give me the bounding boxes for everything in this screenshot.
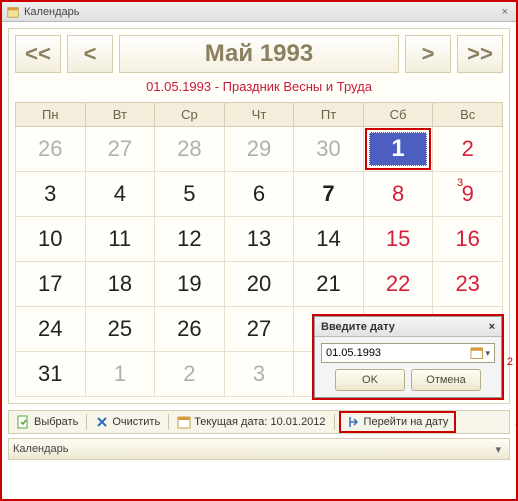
day-cell[interactable]: 3	[16, 172, 86, 217]
day-cell[interactable]: 1	[363, 127, 433, 172]
holiday-text: 01.05.1993 - Праздник Весны и Труда	[15, 79, 503, 94]
day-cell[interactable]: 26	[155, 307, 225, 352]
weekday-header: Чт	[224, 103, 294, 127]
clear-button[interactable]: Очистить	[91, 413, 164, 431]
separator	[334, 414, 335, 430]
day-cell[interactable]: 9	[433, 172, 503, 217]
app-icon	[6, 5, 20, 19]
enter-date-dialog: Введите дату × ▾ OK Отмена 2	[312, 314, 504, 400]
weekday-header: Ср	[155, 103, 225, 127]
day-cell[interactable]: 3	[224, 352, 294, 397]
window-title: Календарь	[24, 6, 80, 18]
day-cell[interactable]: 6	[224, 172, 294, 217]
day-cell[interactable]: 21	[294, 262, 364, 307]
weekday-header: Пт	[294, 103, 364, 127]
day-cell[interactable]: 4	[85, 172, 155, 217]
go-to-date-button[interactable]: Перейти на дату	[343, 413, 453, 431]
day-cell[interactable]: 5	[155, 172, 225, 217]
toolbar: Выбрать Очистить Текущая дата: 10.01.201…	[8, 410, 510, 434]
nav-row: << < Май 1993 > >>	[15, 35, 503, 73]
day-cell[interactable]: 18	[85, 262, 155, 307]
day-cell[interactable]: 2	[433, 127, 503, 172]
go-to-date-label: Перейти на дату	[364, 416, 449, 428]
day-cell[interactable]: 23	[433, 262, 503, 307]
day-cell[interactable]: 19	[155, 262, 225, 307]
day-cell[interactable]: 15	[363, 217, 433, 262]
clear-icon	[95, 415, 109, 429]
day-cell[interactable]: 20	[224, 262, 294, 307]
separator	[86, 414, 87, 430]
select-label: Выбрать	[34, 416, 78, 428]
prev-year-button[interactable]: <<	[15, 35, 61, 73]
tab-calendar[interactable]: Календарь	[13, 443, 69, 455]
current-date-button[interactable]: Текущая дата: 10.01.2012	[173, 413, 329, 431]
day-cell[interactable]: 28	[155, 127, 225, 172]
titlebar: Календарь ×	[2, 2, 516, 22]
app-window: Календарь × << < Май 1993 > >> 01.05.199…	[0, 0, 518, 501]
dialog-cancel-button[interactable]: Отмена	[411, 369, 481, 391]
date-picker-icon[interactable]	[470, 346, 483, 360]
annotation-marker-2: 2	[507, 356, 513, 368]
calendar-icon	[177, 415, 191, 429]
go-to-date-icon	[347, 415, 361, 429]
dialog-ok-button[interactable]: OK	[335, 369, 405, 391]
day-cell[interactable]: 24	[16, 307, 86, 352]
day-cell[interactable]: 13	[224, 217, 294, 262]
month-year-title[interactable]: Май 1993	[119, 35, 399, 73]
weekday-header: Вт	[85, 103, 155, 127]
day-cell[interactable]: 11	[85, 217, 155, 262]
tab-dropdown-button[interactable]: ▾	[491, 443, 505, 456]
dialog-titlebar: Введите дату ×	[315, 317, 501, 337]
day-cell[interactable]: 22	[363, 262, 433, 307]
day-cell[interactable]: 17	[16, 262, 86, 307]
day-cell[interactable]: 12	[155, 217, 225, 262]
day-cell[interactable]: 7	[294, 172, 364, 217]
date-input[interactable]	[324, 347, 470, 359]
day-cell[interactable]: 10	[16, 217, 86, 262]
day-cell[interactable]: 16	[433, 217, 503, 262]
go-to-date-highlight: Перейти на дату	[339, 411, 457, 433]
day-cell[interactable]: 2	[155, 352, 225, 397]
current-date-value: 10.01.2012	[270, 416, 325, 428]
day-cell[interactable]: 14	[294, 217, 364, 262]
date-input-wrapper: ▾	[321, 343, 495, 363]
current-date-label: Текущая дата:	[194, 416, 267, 428]
day-cell[interactable]: 8	[363, 172, 433, 217]
day-cell[interactable]: 1	[85, 352, 155, 397]
day-cell[interactable]: 30	[294, 127, 364, 172]
dialog-title: Введите дату	[321, 321, 395, 333]
annotation-marker-3: 3	[457, 177, 463, 189]
day-cell[interactable]: 31	[16, 352, 86, 397]
weekday-header: Сб	[363, 103, 433, 127]
weekday-header: Вс	[433, 103, 503, 127]
select-button[interactable]: Выбрать	[13, 413, 82, 431]
clear-label: Очистить	[112, 416, 160, 428]
day-cell[interactable]: 26	[16, 127, 86, 172]
weekday-header: Пн	[16, 103, 86, 127]
prev-month-button[interactable]: <	[67, 35, 113, 73]
next-year-button[interactable]: >>	[457, 35, 503, 73]
day-cell[interactable]: 27	[224, 307, 294, 352]
select-icon	[17, 415, 31, 429]
day-cell[interactable]: 25	[85, 307, 155, 352]
date-dropdown-button[interactable]: ▾	[483, 348, 492, 359]
day-cell[interactable]: 29	[224, 127, 294, 172]
dialog-close-button[interactable]: ×	[489, 321, 495, 333]
day-cell[interactable]: 27	[85, 127, 155, 172]
window-close-button[interactable]: ×	[498, 6, 512, 18]
next-month-button[interactable]: >	[405, 35, 451, 73]
tab-bar: Календарь ▾	[8, 438, 510, 460]
separator	[168, 414, 169, 430]
